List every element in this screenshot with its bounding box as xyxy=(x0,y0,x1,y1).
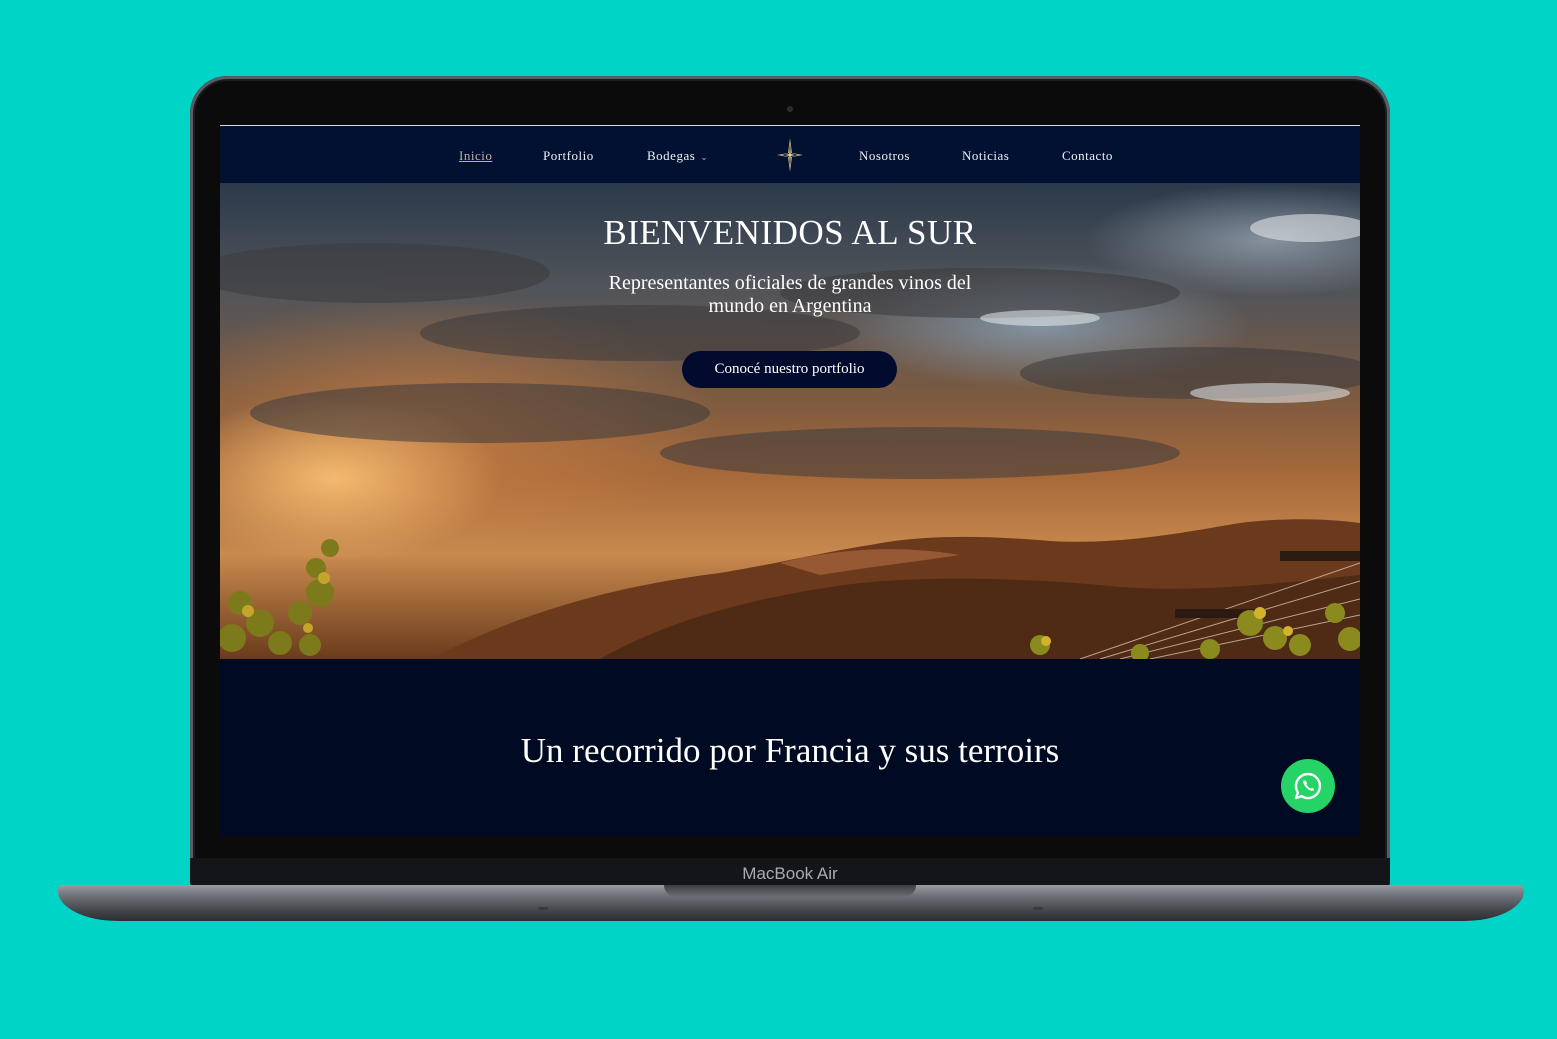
device-label: MacBook Air xyxy=(742,864,838,883)
base-foot xyxy=(538,907,548,910)
laptop-chin: MacBook Air xyxy=(190,858,1390,888)
section-title: Un recorrido por Francia y sus terroirs xyxy=(520,731,1060,770)
portfolio-cta-button[interactable]: Conocé nuestro portfolio xyxy=(682,351,897,388)
lid-notch xyxy=(664,885,916,897)
laptop-base xyxy=(58,885,1524,921)
nav-item-inicio[interactable]: Inicio xyxy=(459,148,492,164)
nav-item-portfolio[interactable]: Portfolio xyxy=(543,148,594,164)
nav-item-nosotros[interactable]: Nosotros xyxy=(859,148,910,164)
france-section: Un recorrido por Francia y sus terroirs xyxy=(220,659,1360,836)
whatsapp-icon xyxy=(1294,772,1322,800)
nav-item-bodegas-label: Bodegas xyxy=(647,148,696,163)
base-foot xyxy=(1033,907,1043,910)
nav-item-contacto[interactable]: Contacto xyxy=(1062,148,1113,164)
nav-item-noticias[interactable]: Noticias xyxy=(962,148,1009,164)
chevron-down-icon: ⌄ xyxy=(700,152,709,162)
compass-star-icon[interactable] xyxy=(777,138,803,172)
top-navigation: Inicio Portfolio Bodegas ⌄ Nosotros Notic… xyxy=(220,125,1360,183)
whatsapp-button[interactable] xyxy=(1281,759,1335,813)
hero-subtitle: Representantes oficiales de grandes vino… xyxy=(608,272,972,317)
hero-banner: BIENVENIDOS AL SUR Representantes oficia… xyxy=(220,183,1360,659)
nav-item-bodegas[interactable]: Bodegas ⌄ xyxy=(647,148,708,164)
website-screen: Inicio Portfolio Bodegas ⌄ Nosotros Notic… xyxy=(220,125,1360,836)
camera xyxy=(787,106,793,112)
landscape-image xyxy=(220,214,1360,659)
hero-title: BIENVENIDOS AL SUR xyxy=(603,213,977,252)
